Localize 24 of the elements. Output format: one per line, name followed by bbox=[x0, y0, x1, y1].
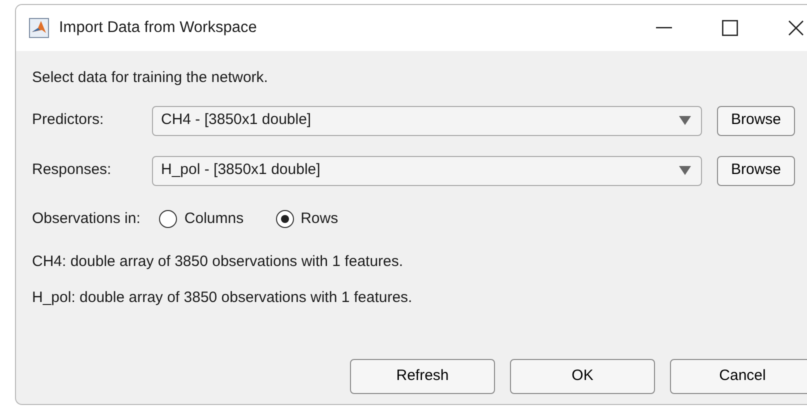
dropdown[interactable]: CH4 - [3850x1 double] bbox=[152, 106, 702, 136]
dialog-button[interactable]: OK bbox=[510, 359, 655, 394]
instruction-text: Select data for training the network. bbox=[32, 68, 269, 88]
app-icon bbox=[29, 18, 49, 38]
browse-button[interactable]: Browse bbox=[717, 156, 795, 186]
field-label: Predictors: bbox=[32, 110, 105, 130]
field-label: Responses: bbox=[32, 160, 112, 180]
browse-button[interactable]: Browse bbox=[717, 106, 795, 136]
window-title: Import Data from Workspace bbox=[59, 18, 257, 38]
caret-icon bbox=[679, 166, 691, 175]
dropdown[interactable]: H_pol - [3850x1 double] bbox=[152, 156, 702, 186]
caret-icon bbox=[679, 116, 691, 125]
radio-label[interactable]: Columns bbox=[184, 208, 244, 230]
dialog-button[interactable]: Refresh bbox=[350, 359, 495, 394]
dialog-button[interactable]: Cancel bbox=[670, 359, 807, 394]
maximize-icon bbox=[722, 20, 738, 36]
observations-label: Observations in: bbox=[32, 208, 140, 228]
radio-button[interactable] bbox=[159, 210, 178, 228]
minimize-icon bbox=[656, 27, 672, 29]
info-text: CH4: double array of 3850 observations with 1 features. bbox=[32, 252, 404, 272]
radio-label[interactable]: Rows bbox=[300, 208, 338, 230]
radio-button[interactable] bbox=[276, 210, 294, 228]
info-text: H_pol: double array of 3850 observations with 1 features. bbox=[32, 288, 414, 308]
close-icon bbox=[788, 20, 804, 36]
